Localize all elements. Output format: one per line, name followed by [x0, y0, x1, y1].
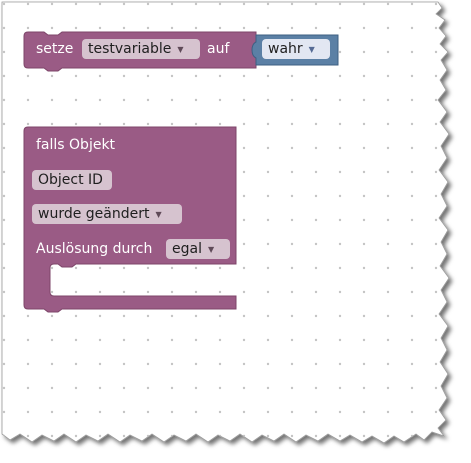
- dropdown-arrow-icon: ▼: [177, 45, 184, 54]
- object-id-field[interactable]: Object ID: [32, 170, 112, 190]
- variable-dropdown[interactable]: testvariable ▼: [82, 39, 200, 59]
- set-keyword-label: setze: [36, 41, 74, 57]
- dropdown-arrow-icon: ▼: [308, 45, 315, 54]
- trigger-by-value: egal: [172, 241, 202, 257]
- to-keyword-label: auf: [207, 41, 230, 57]
- boolean-value: wahr: [268, 41, 303, 57]
- trigger-by-label: Auslösung durch: [36, 241, 153, 257]
- condition-dropdown[interactable]: wurde geändert ▼: [32, 204, 182, 224]
- trigger-block-title: falls Objekt: [36, 137, 116, 153]
- object-id-label: Object ID: [38, 172, 103, 188]
- trigger-by-dropdown[interactable]: egal ▼: [166, 239, 230, 259]
- boolean-dropdown[interactable]: wahr ▼: [262, 39, 330, 59]
- condition-value: wurde geändert: [38, 206, 150, 222]
- dropdown-arrow-icon: ▼: [207, 245, 215, 254]
- blockly-workspace: [0, 0, 471, 463]
- dropdown-arrow-icon: ▼: [155, 210, 162, 219]
- variable-name: testvariable: [88, 41, 172, 57]
